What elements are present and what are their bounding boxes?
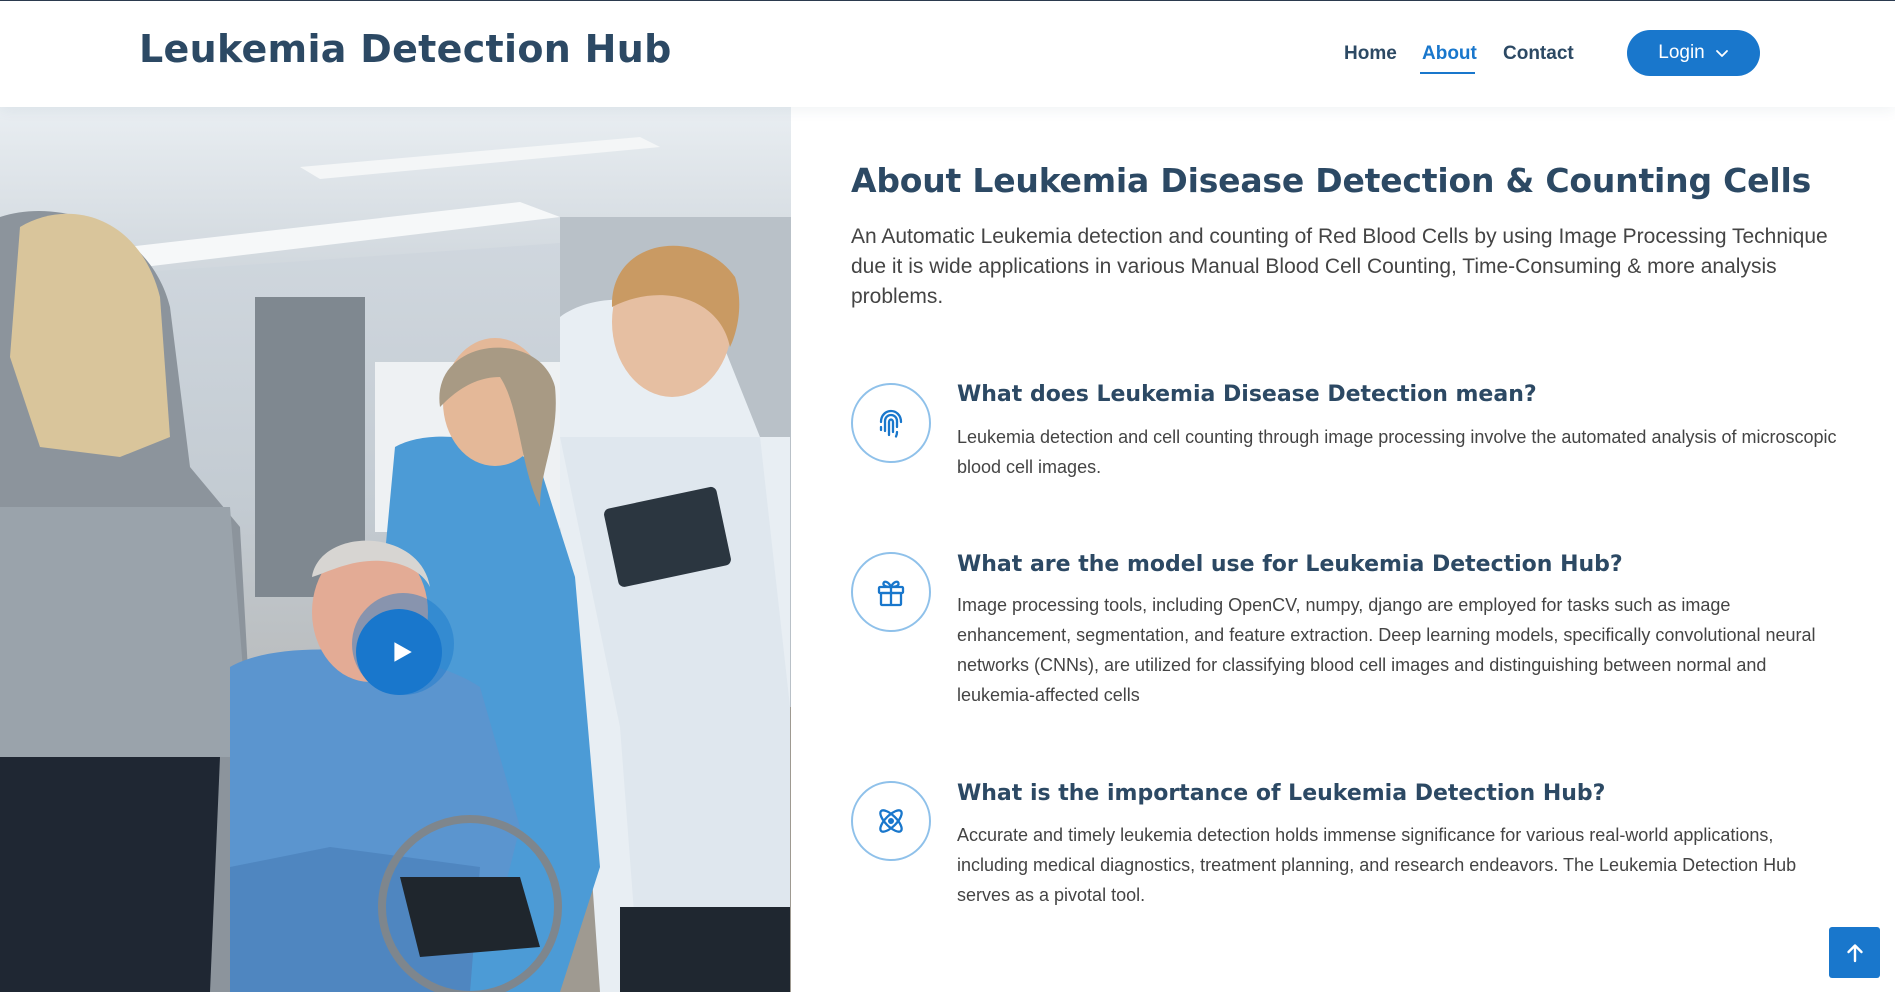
arrow-up-icon — [1846, 943, 1863, 962]
nav-contact[interactable]: Contact — [1503, 43, 1574, 65]
hospital-scene-image — [0, 107, 791, 992]
atom-icon — [879, 809, 903, 833]
feature-desc-2: Image processing tools, including OpenCV… — [957, 595, 1816, 705]
feature-title-2: What are the model use for Leukemia Dete… — [957, 552, 1623, 577]
gift-icon — [877, 580, 905, 607]
play-video-button[interactable] — [356, 609, 442, 695]
feature-icon-1 — [851, 383, 931, 463]
feature-desc-1: Leukemia detection and cell counting thr… — [957, 427, 1837, 477]
about-intro: An Automatic Leukemia detection and coun… — [851, 225, 1828, 308]
feature-icon-3 — [851, 781, 931, 861]
hero-photo — [0, 107, 791, 992]
feature-icon-2 — [851, 552, 931, 632]
feature-title-3: What is the importance of Leukemia Detec… — [957, 781, 1606, 806]
play-icon — [393, 642, 412, 662]
about-title: About Leukemia Disease Detection & Count… — [851, 161, 1812, 200]
back-to-top-button[interactable] — [1829, 927, 1880, 978]
site-logo[interactable]: Leukemia Detection Hub — [139, 27, 672, 71]
nav-about[interactable]: About — [1422, 43, 1477, 65]
login-label: Login — [1658, 42, 1705, 63]
login-dropdown-button[interactable]: Login — [1627, 30, 1760, 76]
chevron-down-icon — [1715, 50, 1728, 57]
nav-active-underline — [1420, 72, 1475, 74]
fingerprint-icon — [879, 409, 903, 438]
feature-desc-3: Accurate and timely leukemia detection h… — [957, 825, 1797, 905]
nav-home[interactable]: Home — [1344, 43, 1397, 65]
feature-title-1: What does Leukemia Disease Detection mea… — [957, 382, 1537, 407]
site-header: Leukemia Detection Hub Home About Contac… — [0, 1, 1895, 107]
